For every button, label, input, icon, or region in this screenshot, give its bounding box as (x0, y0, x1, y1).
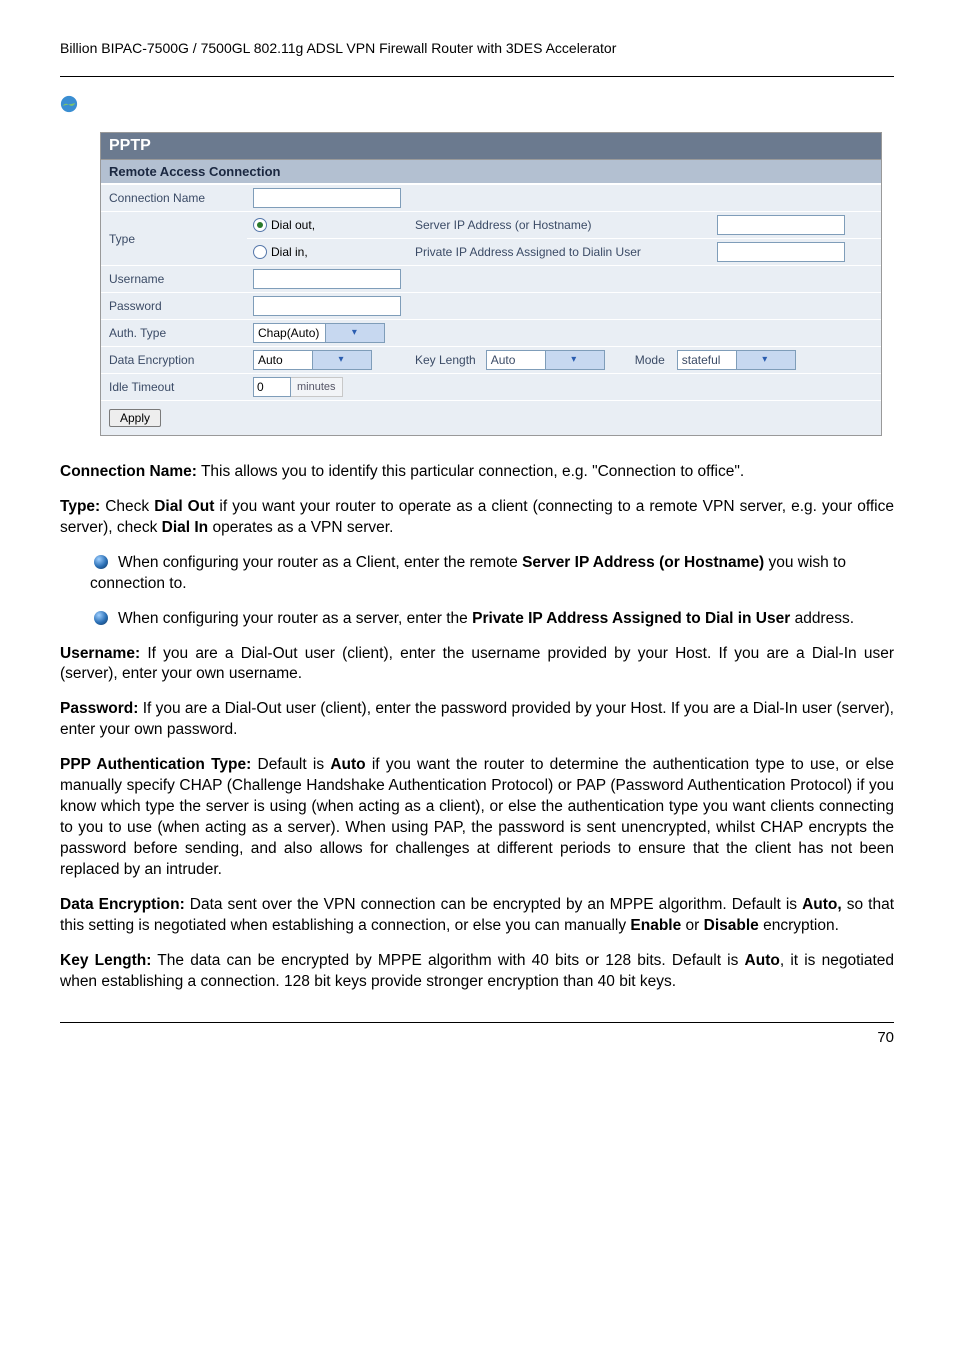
select-auth-type-value: Chap(Auto) (254, 326, 325, 340)
b-username: Username: (60, 645, 140, 662)
label-mode: Mode (635, 353, 665, 367)
input-server-ip[interactable] (717, 215, 845, 235)
pptp-panel: PPTP Remote Access Connection Connection… (100, 132, 882, 436)
label-server-ip: Server IP Address (or Hostname) (409, 215, 711, 235)
input-username[interactable] (253, 269, 401, 289)
radio-dial-out[interactable] (253, 218, 267, 232)
b-connection-name: Connection Name: (60, 463, 197, 480)
select-mode[interactable]: stateful ▾ (677, 350, 796, 370)
b-auth-type: PPP Authentication Type: (60, 756, 251, 773)
unit-minutes: minutes (291, 377, 343, 397)
radio-dial-in-label: Dial in, (271, 245, 308, 259)
select-data-encryption-value: Auto (254, 353, 312, 367)
label-type: Type (101, 212, 247, 265)
select-key-length-value: Auto (487, 353, 545, 367)
page-footer: 70 (60, 1022, 894, 1046)
label-password: Password (101, 296, 247, 316)
select-key-length[interactable]: Auto ▾ (486, 350, 605, 370)
bullet-icon (94, 611, 108, 625)
chevron-down-icon: ▾ (325, 324, 384, 342)
label-username: Username (101, 269, 247, 289)
select-auth-type[interactable]: Chap(Auto) ▾ (253, 323, 385, 343)
b-password: Password: (60, 700, 138, 717)
b-key-length: Key Length: (60, 952, 151, 969)
panel-title: PPTP (101, 133, 881, 160)
chevron-down-icon: ▾ (545, 351, 604, 369)
input-connection-name[interactable] (253, 188, 401, 208)
panel-subtitle: Remote Access Connection (101, 160, 881, 184)
globe-icon (60, 95, 78, 113)
label-data-encryption: Data Encryption (101, 350, 247, 370)
header-rule (60, 76, 894, 77)
radio-dial-in[interactable] (253, 245, 267, 259)
input-private-ip[interactable] (717, 242, 845, 262)
label-connection-name: Connection Name (101, 188, 247, 208)
header-product: Billion BIPAC-7500G / 7500GL 802.11g ADS… (60, 40, 894, 56)
input-idle-timeout[interactable] (253, 377, 291, 397)
select-mode-value: stateful (678, 353, 736, 367)
bullet-icon (94, 555, 108, 569)
label-private-ip: Private IP Address Assigned to Dialin Us… (409, 242, 711, 262)
chevron-down-icon: ▾ (736, 351, 795, 369)
doc-body: Connection Name: This allows you to iden… (60, 462, 894, 992)
b-data-encryption: Data Encryption: (60, 896, 185, 913)
select-data-encryption[interactable]: Auto ▾ (253, 350, 372, 370)
page-number: 70 (877, 1029, 894, 1046)
radio-dial-out-label: Dial out, (271, 218, 315, 232)
apply-button[interactable]: Apply (109, 409, 161, 427)
label-key-length: Key Length (415, 353, 476, 367)
chevron-down-icon: ▾ (312, 351, 371, 369)
input-password[interactable] (253, 296, 401, 316)
label-auth-type: Auth. Type (101, 323, 247, 343)
b-type: Type: (60, 498, 100, 515)
label-idle-timeout: Idle Timeout (101, 377, 247, 397)
